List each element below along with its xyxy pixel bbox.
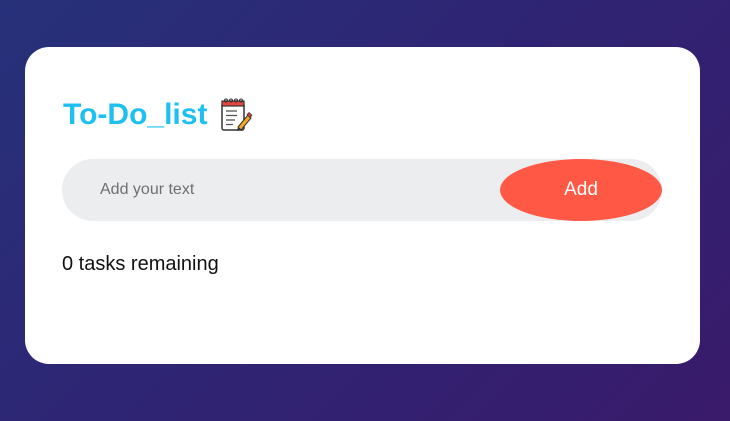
tasks-remaining-text: 0 tasks remaining bbox=[62, 253, 219, 275]
title-row: To-Do_list bbox=[63, 97, 253, 133]
app-title: To-Do_list bbox=[63, 98, 208, 131]
add-task-row: Add bbox=[62, 159, 662, 221]
task-input[interactable] bbox=[62, 159, 502, 221]
notepad-icon bbox=[217, 97, 253, 133]
todo-card: To-Do_list Add 0 tasks remaining bbox=[25, 47, 700, 364]
add-button[interactable]: Add bbox=[500, 159, 662, 221]
